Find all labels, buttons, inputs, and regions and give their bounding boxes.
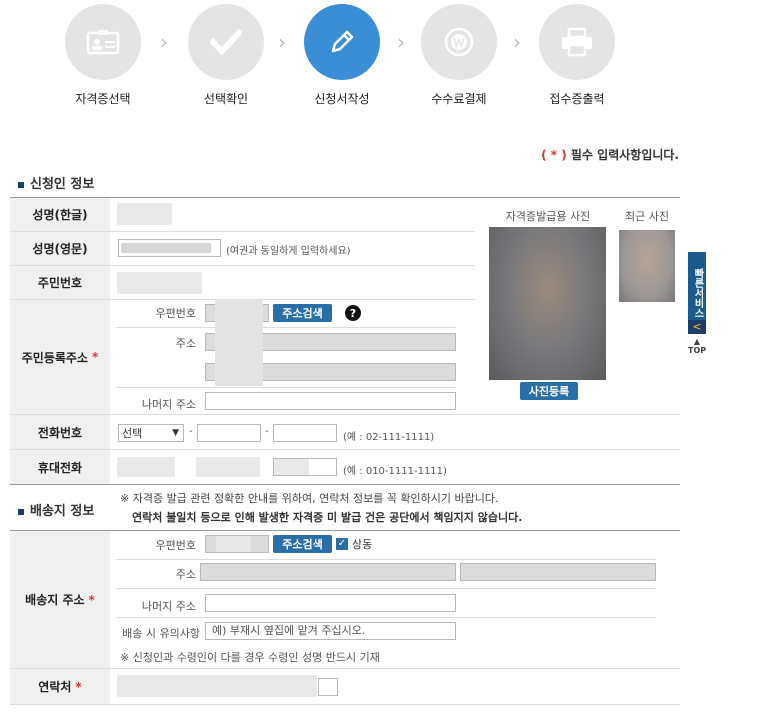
address-sub-label: 주소: [175, 337, 196, 350]
delivery-notice-1: ※ 자격증 발급 관련 정확한 안내를 위하여, 연락처 정보를 꼭 확인하시기…: [120, 492, 499, 505]
phone-last-input[interactable]: [273, 424, 337, 442]
chevron-right-icon: ›: [397, 30, 405, 54]
step-5-label: 접수증출력: [549, 92, 605, 106]
issue-photo-label: 자격증발급용 사진: [505, 210, 591, 223]
step-2-label: 선택확인: [203, 92, 249, 106]
phone-hint: (예 : 02-111-1111): [343, 432, 435, 443]
delivery-caution-label: 배송 시 유의사항: [122, 627, 200, 640]
postcode-label: 우편번호: [155, 307, 196, 320]
delivery-section-title: 배송지 정보: [18, 500, 94, 519]
printer-icon: [562, 27, 592, 57]
issue-photo: [489, 227, 606, 380]
delivery-address-input-2[interactable]: [460, 563, 656, 581]
checkbox-checked-icon: ✓: [336, 538, 348, 550]
delivery-rest-address-label: 나머지 주소: [141, 600, 196, 613]
check-icon: [210, 29, 242, 55]
name-kr-value: [117, 203, 172, 225]
contact-input[interactable]: [318, 678, 338, 696]
rrn-label: 주민번호: [10, 266, 110, 299]
mobile-label: 휴대전화: [10, 450, 110, 484]
name-en-input[interactable]: [118, 239, 221, 257]
name-en-hint: (여권과 동일하게 입력하세요): [226, 246, 351, 257]
phone-mid-input[interactable]: [197, 424, 261, 442]
chevron-left-icon[interactable]: <: [688, 320, 706, 334]
delivery-footnote: ※ 신청인과 수령인이 다를 경우 수령인 성명 반드시 기재: [120, 651, 380, 664]
step-3-label: 신청서작성: [314, 92, 370, 106]
mobile-input[interactable]: [273, 458, 337, 476]
address-redaction: [215, 300, 263, 386]
rest-address-label: 나머지 주소: [141, 398, 196, 411]
step-3-circle: [304, 4, 380, 80]
delivery-caution-input[interactable]: 예) 부재시 옆집에 맡겨 주십시오.: [205, 622, 456, 640]
delivery-address-label: 배송지 주소 *: [10, 531, 110, 668]
step-2-circle: [188, 4, 264, 80]
name-en-label: 성명(영문): [10, 232, 110, 265]
step-4-circle: [421, 4, 497, 80]
applicant-section-title: 신청인 정보: [18, 173, 94, 192]
recent-photo: [619, 230, 675, 302]
contact-label: 연락처 *: [10, 669, 110, 704]
step-5-circle: [539, 4, 615, 80]
same-as-applicant-checkbox[interactable]: ✓ 상동: [336, 536, 372, 552]
chevron-down-icon: ▼: [172, 428, 179, 438]
pencil-icon: [331, 30, 354, 53]
rrn-value: [117, 272, 202, 294]
delivery-address-input-1[interactable]: [200, 563, 456, 581]
name-kr-label: 성명(한글): [10, 198, 110, 231]
help-icon[interactable]: ?: [345, 305, 361, 321]
chevron-right-icon: ›: [278, 30, 286, 54]
delivery-address-search-button[interactable]: 주소검색: [273, 535, 332, 553]
delivery-postcode-label: 우편번호: [155, 539, 196, 552]
chevron-right-icon: ›: [513, 30, 521, 54]
scroll-top-button[interactable]: ▲ TOP: [688, 337, 706, 355]
delivery-address-sub-label: 주소: [175, 568, 196, 581]
required-note: ( * ) 필수 입력사항입니다.: [541, 148, 679, 162]
step-1-label: 자격증선택: [75, 92, 131, 106]
id-card-icon: [86, 30, 120, 55]
delivery-rest-address-input[interactable]: [205, 594, 456, 612]
address-search-button[interactable]: 주소검색: [273, 304, 332, 322]
mobile-hint: (예 : 010-1111-1111): [343, 466, 447, 477]
delivery-notice-2: 연락처 불일치 등으로 인해 발생한 자격증 미 발급 건은 공단에서 책임지지…: [132, 511, 523, 524]
delivery-postcode-input[interactable]: [205, 535, 269, 553]
won-coin-icon: [444, 27, 474, 57]
step-4-label: 수수료결제: [431, 92, 487, 106]
rest-address-input[interactable]: [205, 392, 456, 410]
photo-register-button[interactable]: 사진등록: [520, 382, 578, 400]
phone-area-select[interactable]: 선택 ▼: [118, 424, 184, 442]
step-1-circle: [65, 4, 141, 80]
phone-label: 전화번호: [10, 415, 110, 449]
recent-photo-label: 최근 사진: [625, 210, 669, 223]
address-label: 주민등록주소 *: [10, 300, 110, 414]
chevron-right-icon: ›: [160, 30, 168, 54]
